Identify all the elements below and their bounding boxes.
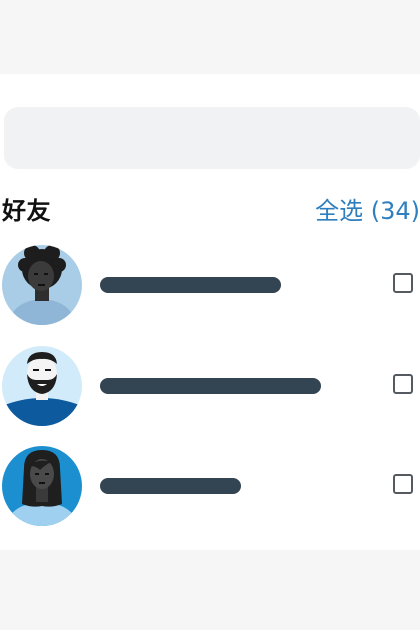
select-all-button[interactable]: 全选 (34): [315, 191, 420, 226]
search-input[interactable]: [4, 107, 420, 169]
friends-section-header: 好友 全选 (34): [0, 188, 420, 228]
friends-picker-page: 好友 全选 (34): [0, 0, 420, 630]
section-title: 好友: [2, 197, 51, 225]
friend-row[interactable]: [0, 245, 420, 329]
friend-name-placeholder: [100, 277, 281, 293]
friend-select-checkbox[interactable]: [393, 374, 413, 394]
friend-row[interactable]: [0, 446, 420, 530]
friend-select-checkbox[interactable]: [393, 474, 413, 494]
friend-row[interactable]: [0, 346, 420, 430]
friend-name-placeholder: [100, 378, 321, 394]
person-curly-hair-avatar-icon: [2, 245, 82, 325]
person-bearded-avatar-icon: [2, 346, 82, 426]
friend-select-checkbox[interactable]: [393, 273, 413, 293]
friends-card: 好友 全选 (34): [0, 74, 420, 550]
person-long-hair-avatar-icon: [2, 446, 82, 526]
friend-name-placeholder: [100, 478, 241, 494]
